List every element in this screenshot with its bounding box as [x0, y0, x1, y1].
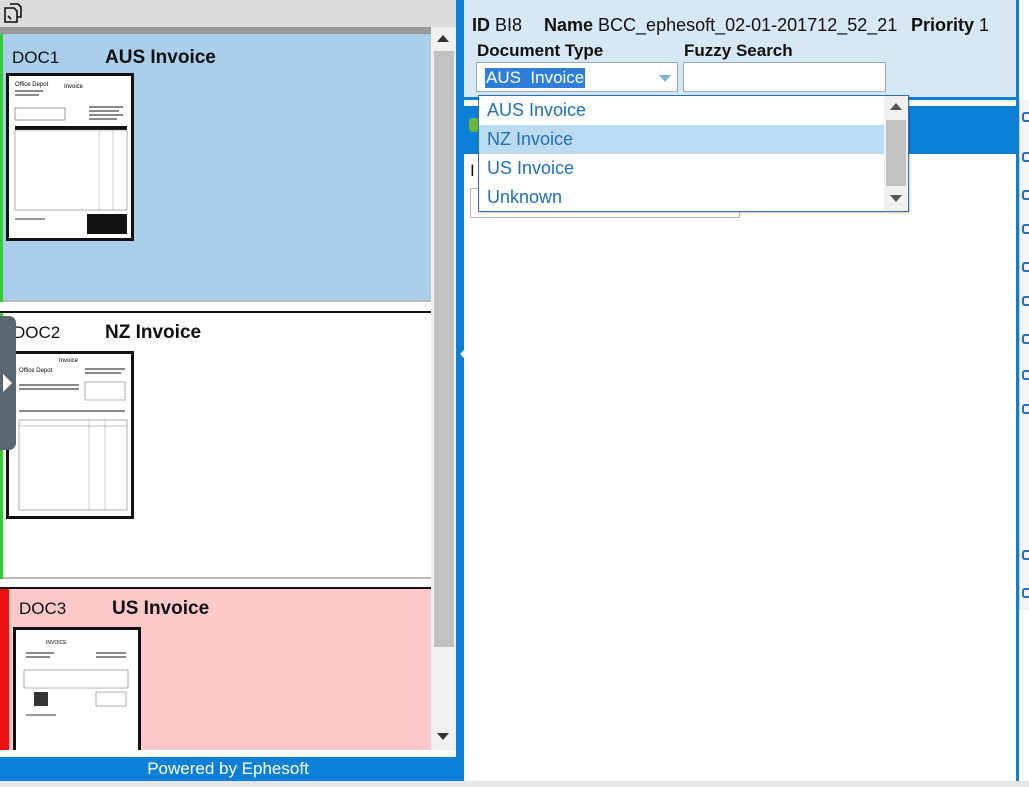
valid-marker: [0, 34, 3, 302]
document-type-dropdown-list[interactable]: AUS Invoice NZ Invoice US Invoice Unknow…: [478, 95, 909, 212]
arrow-right-icon: [3, 374, 12, 392]
invoice-page-icon: Invoice Office Depot: [18, 358, 128, 511]
thumb-company: Office Depot: [19, 368, 53, 374]
batch-header: ID BI8 Name BCC_ephesoft_02-01-201712_52…: [464, 0, 1016, 100]
rotate-icon[interactable]: [1022, 296, 1029, 306]
star-icon[interactable]: [1022, 404, 1029, 414]
field-label: I: [470, 161, 475, 180]
side-toolbar: [1019, 100, 1029, 610]
batch-priority: Priority 1: [911, 15, 989, 36]
fuzzy-search-label: Fuzzy Search: [684, 41, 793, 60]
scroll-up-icon[interactable]: [890, 103, 902, 110]
batch-priority-value: 1: [979, 15, 990, 35]
refresh-icon[interactable]: [1022, 262, 1029, 272]
document-thumbnail[interactable]: Invoice Office Depot: [6, 351, 134, 519]
document-type: NZ Invoice: [105, 322, 202, 343]
powered-by-footer: Powered by Ephesoft: [0, 757, 456, 781]
chevron-down-icon[interactable]: [659, 75, 671, 82]
scrollbar-thumb[interactable]: [434, 51, 454, 647]
user-icon[interactable]: [1022, 588, 1029, 598]
copy-pages-icon[interactable]: [2, 2, 24, 24]
collapse-left-handle[interactable]: [0, 316, 16, 450]
invoice-page-icon: Office Depot Invoice: [14, 82, 128, 234]
document-type: US Invoice: [112, 598, 210, 619]
scrollbar-thumb[interactable]: [886, 120, 906, 186]
fuzzy-search-input[interactable]: [683, 62, 886, 92]
document-thumbnail[interactable]: Office Depot Invoice: [6, 73, 134, 241]
batch-id-label: ID: [472, 15, 490, 35]
document-list-panel: DOC1 AUS Invoice Office Depot Invoice DO…: [0, 0, 456, 787]
dropdown-option-unknown[interactable]: Unknown: [479, 183, 884, 212]
zoom-icon[interactable]: [1022, 370, 1029, 380]
lock-icon[interactable]: [1022, 224, 1029, 234]
batch-name-label: Name: [544, 15, 594, 35]
document-icon[interactable]: [1022, 152, 1029, 162]
scroll-down-icon[interactable]: [437, 733, 449, 740]
batch-id: ID BI8: [472, 15, 522, 36]
document-type-label: Document Type: [477, 41, 604, 60]
document-type: AUS Invoice: [105, 47, 216, 68]
thumb-company: Office Depot: [15, 82, 49, 88]
arrow-icon[interactable]: [1022, 334, 1029, 344]
toolbar-divider: [0, 27, 431, 34]
dropdown-option-aus-invoice[interactable]: AUS Invoice: [479, 96, 884, 125]
dropdown-scrollbar[interactable]: [884, 96, 908, 211]
batch-id-value: BI8: [495, 15, 523, 35]
dropdown-option-us-invoice[interactable]: US Invoice: [479, 154, 884, 183]
document-card-doc2[interactable]: DOC2 NZ Invoice Invoice Office Depot: [0, 311, 431, 579]
document-id: DOC2: [13, 323, 61, 342]
panel-splitter[interactable]: [456, 0, 464, 781]
thumb-title: Invoice: [59, 358, 79, 364]
document-list: DOC1 AUS Invoice Office Depot Invoice DO…: [0, 34, 431, 750]
document-card-doc3[interactable]: DOC3 US Invoice INVOICE: [0, 587, 431, 750]
batch-priority-label: Priority: [911, 15, 975, 35]
close-icon[interactable]: [1022, 550, 1029, 560]
document-type-value: AUS Invoice: [485, 68, 586, 88]
document-thumbnail[interactable]: INVOICE: [13, 627, 141, 750]
panel-icon[interactable]: [1022, 112, 1029, 122]
document-id: DOC3: [19, 599, 67, 618]
document-list-scrollbar[interactable]: [431, 27, 456, 750]
trash-icon[interactable]: [1022, 190, 1029, 200]
thumb-title: Invoice: [64, 84, 84, 90]
document-type-select[interactable]: AUS Invoice: [476, 62, 678, 92]
document-id: DOC1: [12, 48, 60, 67]
bottom-status-bar: [0, 781, 1029, 787]
left-toolbar: [0, 0, 456, 27]
batch-name: Name BCC_ephesoft_02-01-201712_52_21: [544, 15, 897, 36]
batch-name-value: BCC_ephesoft_02-01-201712_52_21: [598, 15, 898, 35]
thumb-title: INVOICE: [46, 640, 67, 646]
dropdown-option-nz-invoice[interactable]: NZ Invoice: [479, 125, 884, 154]
document-card-doc1[interactable]: DOC1 AUS Invoice Office Depot Invoice: [0, 34, 431, 302]
invoice-page-icon: INVOICE: [23, 640, 129, 716]
scroll-down-icon[interactable]: [890, 195, 902, 202]
error-marker: [0, 589, 9, 750]
scroll-up-icon[interactable]: [437, 35, 449, 42]
